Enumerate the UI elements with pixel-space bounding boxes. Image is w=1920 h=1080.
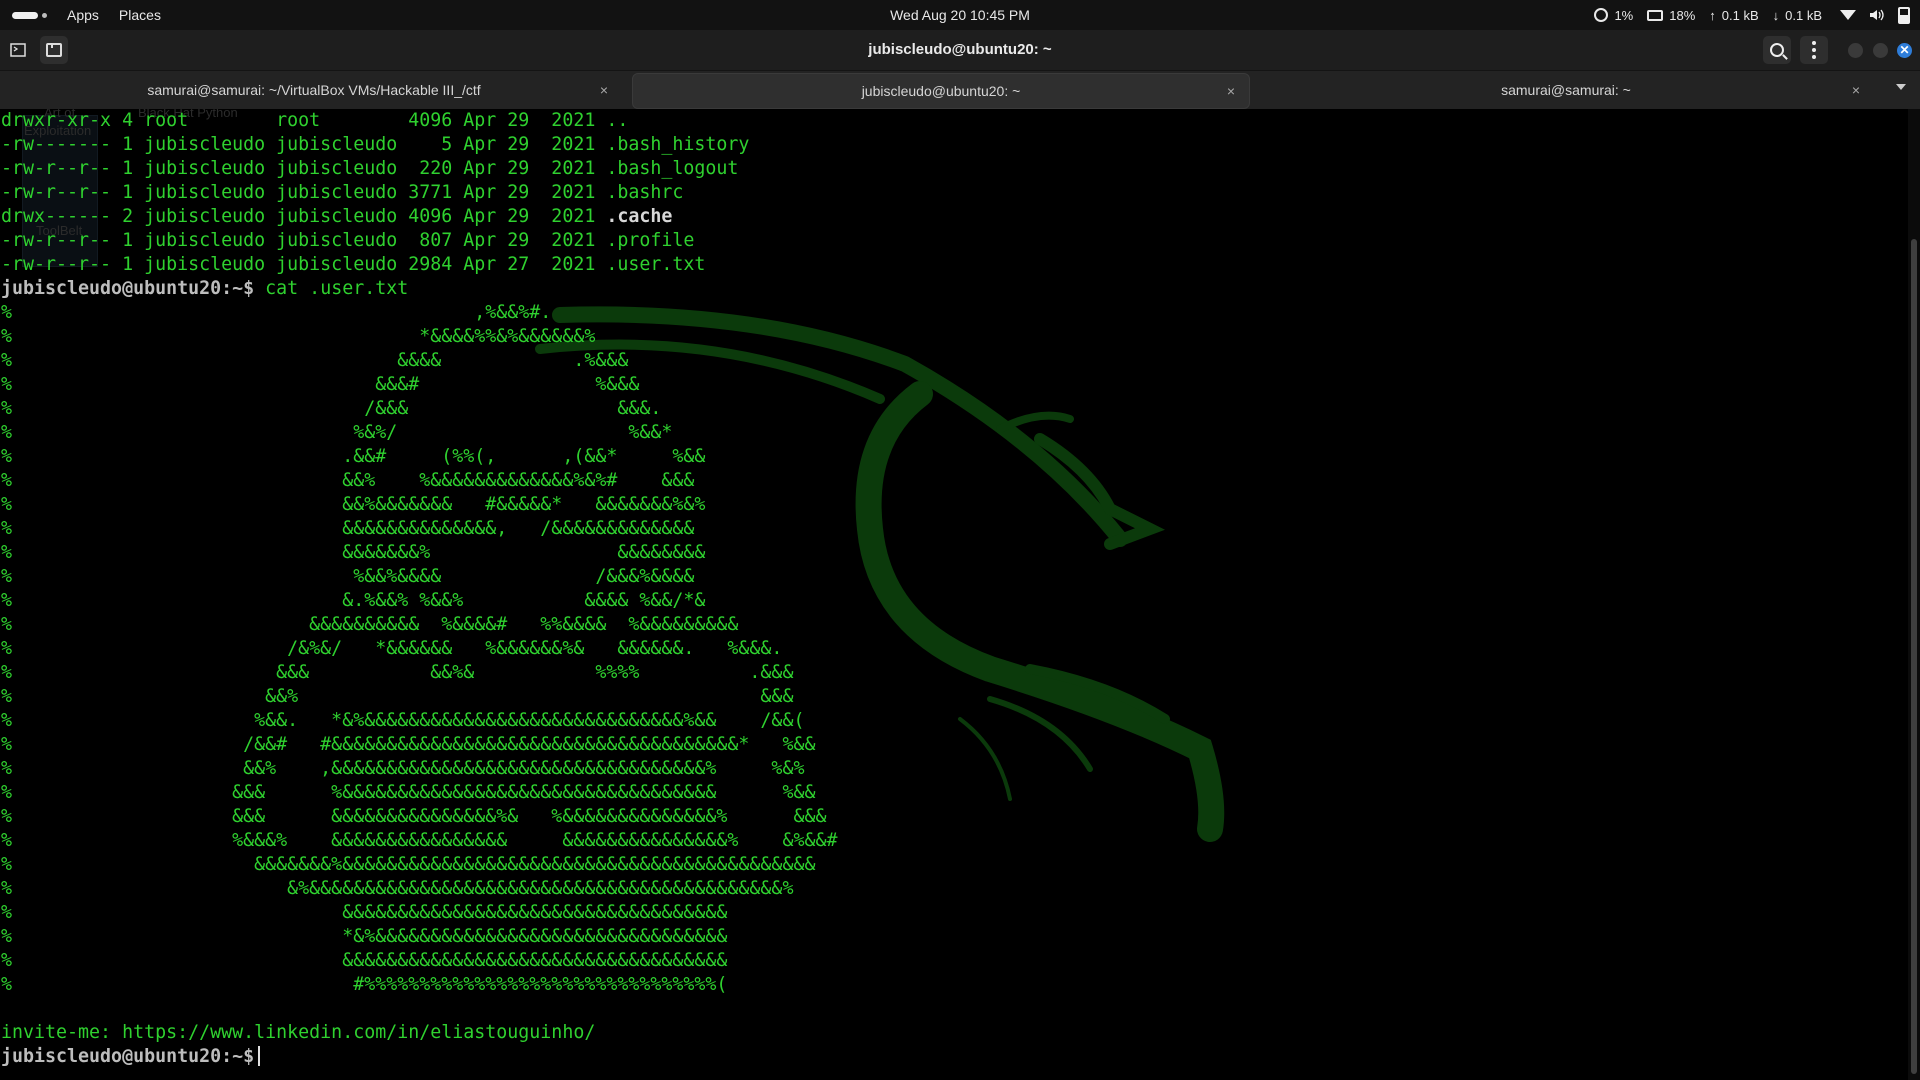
ascii-art-line: % /&&& &&&. bbox=[1, 398, 662, 419]
ascii-art-line: % &&&&&&&&&&&&&&, /&&&&&&&&&&&&& bbox=[1, 518, 695, 539]
ascii-art-line: % /&&# #&&&&&&&&&&&&&&&&&&&&&&&&&&&&&&&&… bbox=[1, 734, 816, 755]
download-indicator[interactable]: ↓ 0.1 kB bbox=[1773, 8, 1822, 23]
memory-value: 18% bbox=[1669, 7, 1696, 23]
ascii-art-line: % &&% ,&&&&&&&&&&&&&&&&&&&&&&&&&&&&&&&&&… bbox=[1, 758, 805, 779]
ascii-art-line: % &&&&&&&&&&&&&&&&&&&&&&&&&&&&&&&&&&& bbox=[1, 950, 728, 971]
terminal-output: drwxr-xr-x 4 root root 4096 Apr 29 2021 … bbox=[1, 109, 837, 1069]
tab-close-icon[interactable]: × bbox=[1227, 74, 1235, 108]
cpu-value: 1% bbox=[1614, 7, 1634, 23]
new-tab-icon bbox=[46, 43, 62, 57]
upload-indicator[interactable]: ↑ 0.1 kB bbox=[1709, 8, 1758, 23]
activities-icon[interactable] bbox=[12, 11, 47, 19]
ascii-art-line: % %&%/ %&&* bbox=[1, 422, 673, 443]
upload-value: 0.1 kB bbox=[1721, 7, 1759, 23]
tab-jubiscleudo[interactable]: jubiscleudo@ubuntu20: ~ × bbox=[632, 73, 1250, 109]
terminal-viewport[interactable]: Art of Exploitation Black Hat Python Too… bbox=[0, 109, 1908, 1080]
cache-dir-name: .cache bbox=[606, 206, 673, 227]
battery-icon[interactable] bbox=[1898, 6, 1910, 24]
terminal-scrollbar[interactable] bbox=[1908, 109, 1920, 1080]
system-top-bar: Apps Places Wed Aug 20 10:45 PM 1% 18% ↑… bbox=[0, 0, 1920, 30]
memory-indicator[interactable]: 18% bbox=[1647, 8, 1695, 23]
upload-arrow-icon: ↑ bbox=[1709, 7, 1716, 23]
tab-label: samurai@samurai: ~/VirtualBox VMs/Hackab… bbox=[147, 82, 481, 98]
ascii-art-line: % %&&. *&%&&&&&&&&&&&&&&&&&&&&&&&&&&&&&%… bbox=[1, 710, 805, 731]
ascii-art-line: % /&%&/ *&&&&&& %&&&&&&%& &&&&&&. %&&&. bbox=[1, 638, 783, 659]
ls-line: -rw-r--r-- 1 jubiscleudo jubiscleudo 298… bbox=[1, 254, 706, 275]
tab-close-icon[interactable]: × bbox=[600, 73, 608, 107]
ascii-art-line: % %&&%&&&& /&&&%&&&& bbox=[1, 566, 695, 587]
search-button[interactable] bbox=[1763, 36, 1791, 64]
ascii-art-line: % &&& &&&&&&&&&&&&&&&%& %&&&&&&&&&&&&&&%… bbox=[1, 806, 827, 827]
new-tab-button[interactable] bbox=[40, 36, 68, 64]
tab-samurai-ctf[interactable]: samurai@samurai: ~/VirtualBox VMs/Hackab… bbox=[6, 73, 622, 107]
tab-samurai-home[interactable]: samurai@samurai: ~ × bbox=[1258, 73, 1874, 107]
ascii-art-line: % &&% %&&&&&&&&&&&&&%&%# &&& bbox=[1, 470, 695, 491]
text-cursor bbox=[258, 1046, 261, 1066]
terminal-tab-icon[interactable] bbox=[4, 36, 32, 64]
ls-line: -rw-r--r-- 1 jubiscleudo jubiscleudo 377… bbox=[1, 182, 684, 203]
ascii-art-line: % %&&&% &&&&&&&&&&&&&&&& &&&&&&&&&&&&&&&… bbox=[1, 830, 838, 851]
command-line: jubiscleudo@ubuntu20:~$ cat .user.txt bbox=[1, 277, 837, 301]
minimize-icon[interactable] bbox=[1848, 43, 1863, 58]
tab-label: jubiscleudo@ubuntu20: ~ bbox=[861, 83, 1021, 99]
scrollbar-thumb[interactable] bbox=[1911, 239, 1917, 1074]
tab-label: samurai@samurai: ~ bbox=[1501, 82, 1631, 98]
download-value: 0.1 kB bbox=[1785, 7, 1822, 23]
ascii-art-line: % &&&& .%&&& bbox=[1, 350, 629, 371]
ascii-art-line: % #%%%%%%%%%%%%%%%%%%%%%%%%%%%%%%%%( bbox=[1, 974, 728, 995]
ls-line: -rw-r--r-- 1 jubiscleudo jubiscleudo 220… bbox=[1, 158, 739, 179]
menu-icon bbox=[1812, 41, 1816, 59]
invite-line: invite-me: https://www.linkedin.com/in/e… bbox=[1, 1022, 596, 1043]
tab-close-icon[interactable]: × bbox=[1852, 73, 1860, 107]
ls-line-prefix: drwx------ 2 jubiscleudo jubiscleudo 409… bbox=[1, 206, 607, 227]
cpu-indicator[interactable]: 1% bbox=[1594, 8, 1633, 23]
ascii-art-line: % .&&# (%%(, ,(&&* %&& bbox=[1, 446, 706, 467]
window-title: jubiscleudo@ubuntu20: ~ bbox=[868, 41, 1052, 58]
ls-line: drwxr-xr-x 4 root root 4096 Apr 29 2021 … bbox=[1, 110, 629, 131]
ascii-art-line: % *&%&&&&&&&&&&&&&&&&&&&&&&&&&&&&&&&& bbox=[1, 926, 728, 947]
ascii-art-line: % &.%&&% %&&% &&&& %&&/*& bbox=[1, 590, 706, 611]
ascii-art-line: % &&&&&&&%&&&&&&&&&&&&&&&&&&&&&&&&&&&&&&… bbox=[1, 854, 816, 875]
maximize-icon[interactable] bbox=[1873, 43, 1888, 58]
shell-prompt: jubiscleudo@ubuntu20:~$ bbox=[1, 278, 255, 299]
current-prompt-line[interactable]: jubiscleudo@ubuntu20:~$ bbox=[1, 1045, 837, 1069]
apps-menu[interactable]: Apps bbox=[67, 7, 99, 23]
volume-icon[interactable] bbox=[1870, 9, 1884, 21]
ascii-art-line: % &&% &&& bbox=[1, 686, 794, 707]
wifi-icon[interactable] bbox=[1840, 10, 1856, 20]
ascii-art-line: % &&& &&%& %%%% .&&& bbox=[1, 662, 794, 683]
ls-line: -rw------- 1 jubiscleudo jubiscleudo 5 A… bbox=[1, 134, 750, 155]
ascii-art-line: % &&& %&&&&&&&&&&&&&&&&&&&&&&&&&&&&&&&&&… bbox=[1, 782, 816, 803]
ascii-art-line: % *&&&&%%&%&&&&&&% bbox=[1, 326, 596, 347]
typed-command: cat .user.txt bbox=[254, 278, 409, 299]
shell-prompt: jubiscleudo@ubuntu20:~$ bbox=[1, 1046, 255, 1067]
ascii-art-line: % ,%&&%#. bbox=[1, 302, 552, 323]
ls-line: drwx------ 2 jubiscleudo jubiscleudo 409… bbox=[1, 205, 837, 229]
memory-icon bbox=[1647, 9, 1664, 21]
tab-overflow-chevron-icon[interactable] bbox=[1896, 84, 1906, 90]
ascii-art-line: % &&&# %&&& bbox=[1, 374, 640, 395]
ascii-art-line: % &&&&&&&&&&&&&&&&&&&&&&&&&&&&&&&&&&& bbox=[1, 902, 728, 923]
close-icon[interactable]: ✕ bbox=[1897, 43, 1912, 58]
clock[interactable]: Wed Aug 20 10:45 PM bbox=[890, 7, 1030, 23]
download-arrow-icon: ↓ bbox=[1772, 7, 1780, 23]
tab-bar: samurai@samurai: ~/VirtualBox VMs/Hackab… bbox=[0, 71, 1920, 109]
ascii-art-line: % &&&&&&&% &&&&&&&& bbox=[1, 542, 706, 563]
cpu-icon bbox=[1594, 8, 1609, 22]
terminal-headerbar: jubiscleudo@ubuntu20: ~ ✕ bbox=[0, 30, 1920, 71]
places-menu[interactable]: Places bbox=[119, 7, 161, 23]
ascii-art-line: % &%&&&&&&&&&&&&&&&&&&&&&&&&&&&&&&&&&&&&… bbox=[1, 878, 794, 899]
menu-button[interactable] bbox=[1800, 36, 1828, 64]
ascii-art-line: % &&%&&&&&&& #&&&&&* &&&&&&&%&% bbox=[1, 494, 706, 515]
ls-line: -rw-r--r-- 1 jubiscleudo jubiscleudo 807… bbox=[1, 230, 695, 251]
search-icon bbox=[1770, 43, 1784, 57]
ascii-art-line: % &&&&&&&&&& %&&&&# %%&&&& %&&&&&&&&& bbox=[1, 614, 739, 635]
